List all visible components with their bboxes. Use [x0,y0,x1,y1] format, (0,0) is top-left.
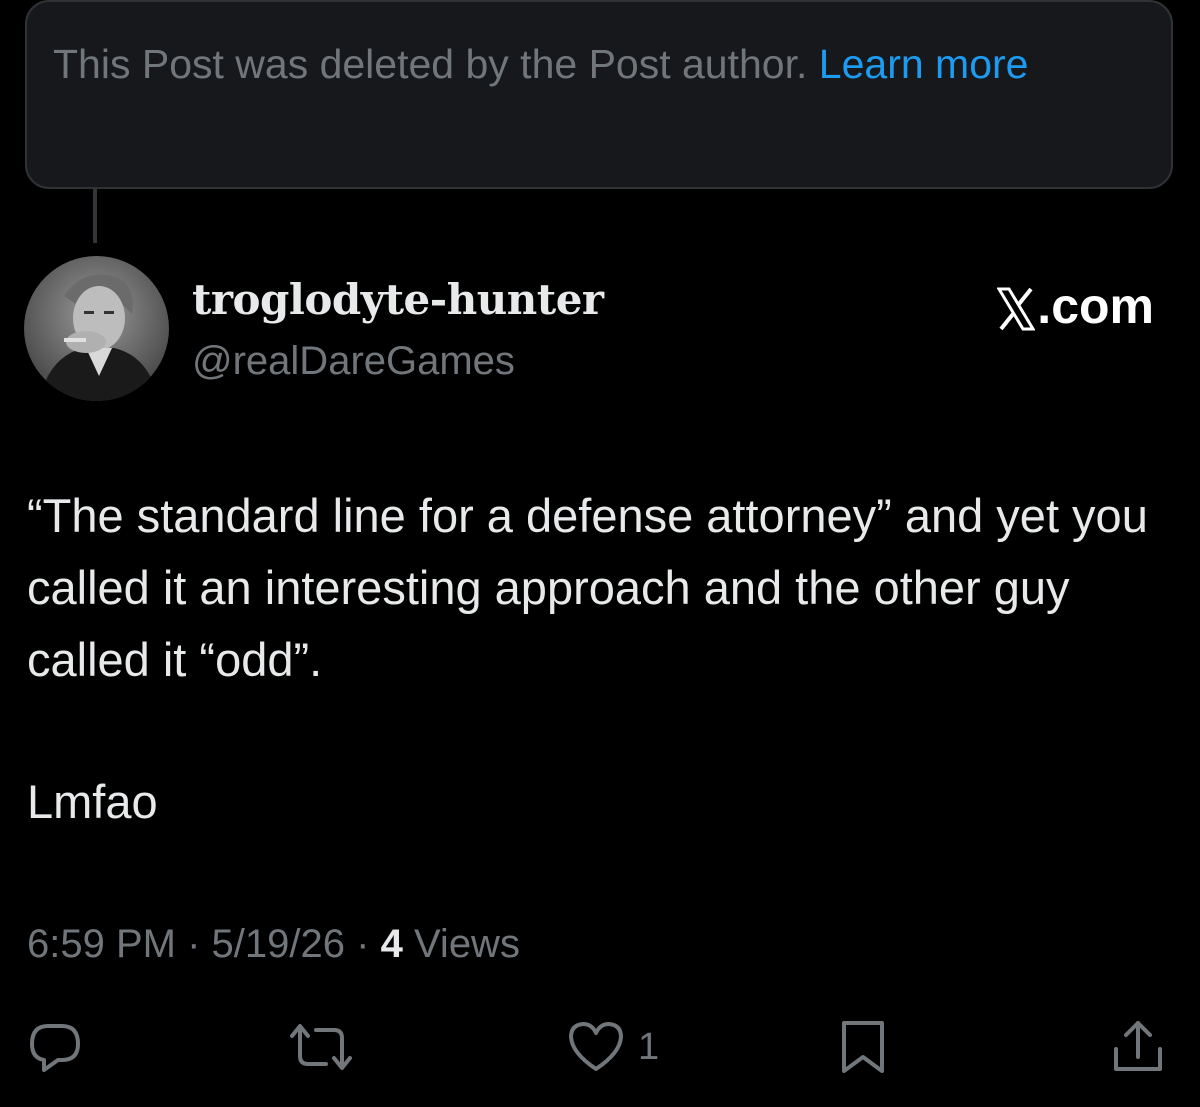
deleted-post-notice: This Post was deleted by the Post author… [25,0,1173,189]
x-com-watermark: .com [996,276,1154,336]
learn-more-link[interactable]: Learn more [819,41,1029,87]
x-com-suffix: .com [1037,278,1154,334]
author-display-name[interactable]: troglodyte-hunter [192,272,604,328]
thread-connector-line [93,189,97,243]
repost-button[interactable] [286,1012,356,1082]
post-body: “The standard line for a defense attorne… [27,480,1177,838]
share-icon [1114,1021,1162,1071]
author-handle[interactable]: @realDareGames [192,334,515,388]
meta-separator: · [356,922,370,966]
post-date[interactable]: 5/19/26 [212,922,345,966]
post-text-paragraph: “The standard line for a defense attorne… [27,489,1148,686]
post-metadata: 6:59 PM · 5/19/26 · 4 Views [27,916,520,972]
deleted-notice-text: This Post was deleted by the Post author… [53,41,808,87]
share-button[interactable] [1110,1012,1166,1082]
x-logo-icon [996,284,1036,331]
like-button[interactable]: 1 [566,1012,659,1082]
avatar-photo [24,256,169,401]
action-bar: 1 [0,1012,1200,1082]
views-count: 4 [380,922,403,966]
meta-separator: · [187,922,201,966]
heart-icon [569,1022,623,1071]
repost-icon [290,1024,352,1070]
bookmark-icon [842,1021,884,1073]
post-text-paragraph-2: Lmfao [27,775,158,828]
views-label: Views [413,922,520,966]
reply-icon [30,1024,80,1072]
post-time[interactable]: 6:59 PM [27,922,176,966]
like-count: 1 [638,1025,660,1068]
avatar[interactable] [24,256,169,401]
reply-button[interactable] [26,1012,84,1082]
bookmark-button[interactable] [836,1012,890,1082]
